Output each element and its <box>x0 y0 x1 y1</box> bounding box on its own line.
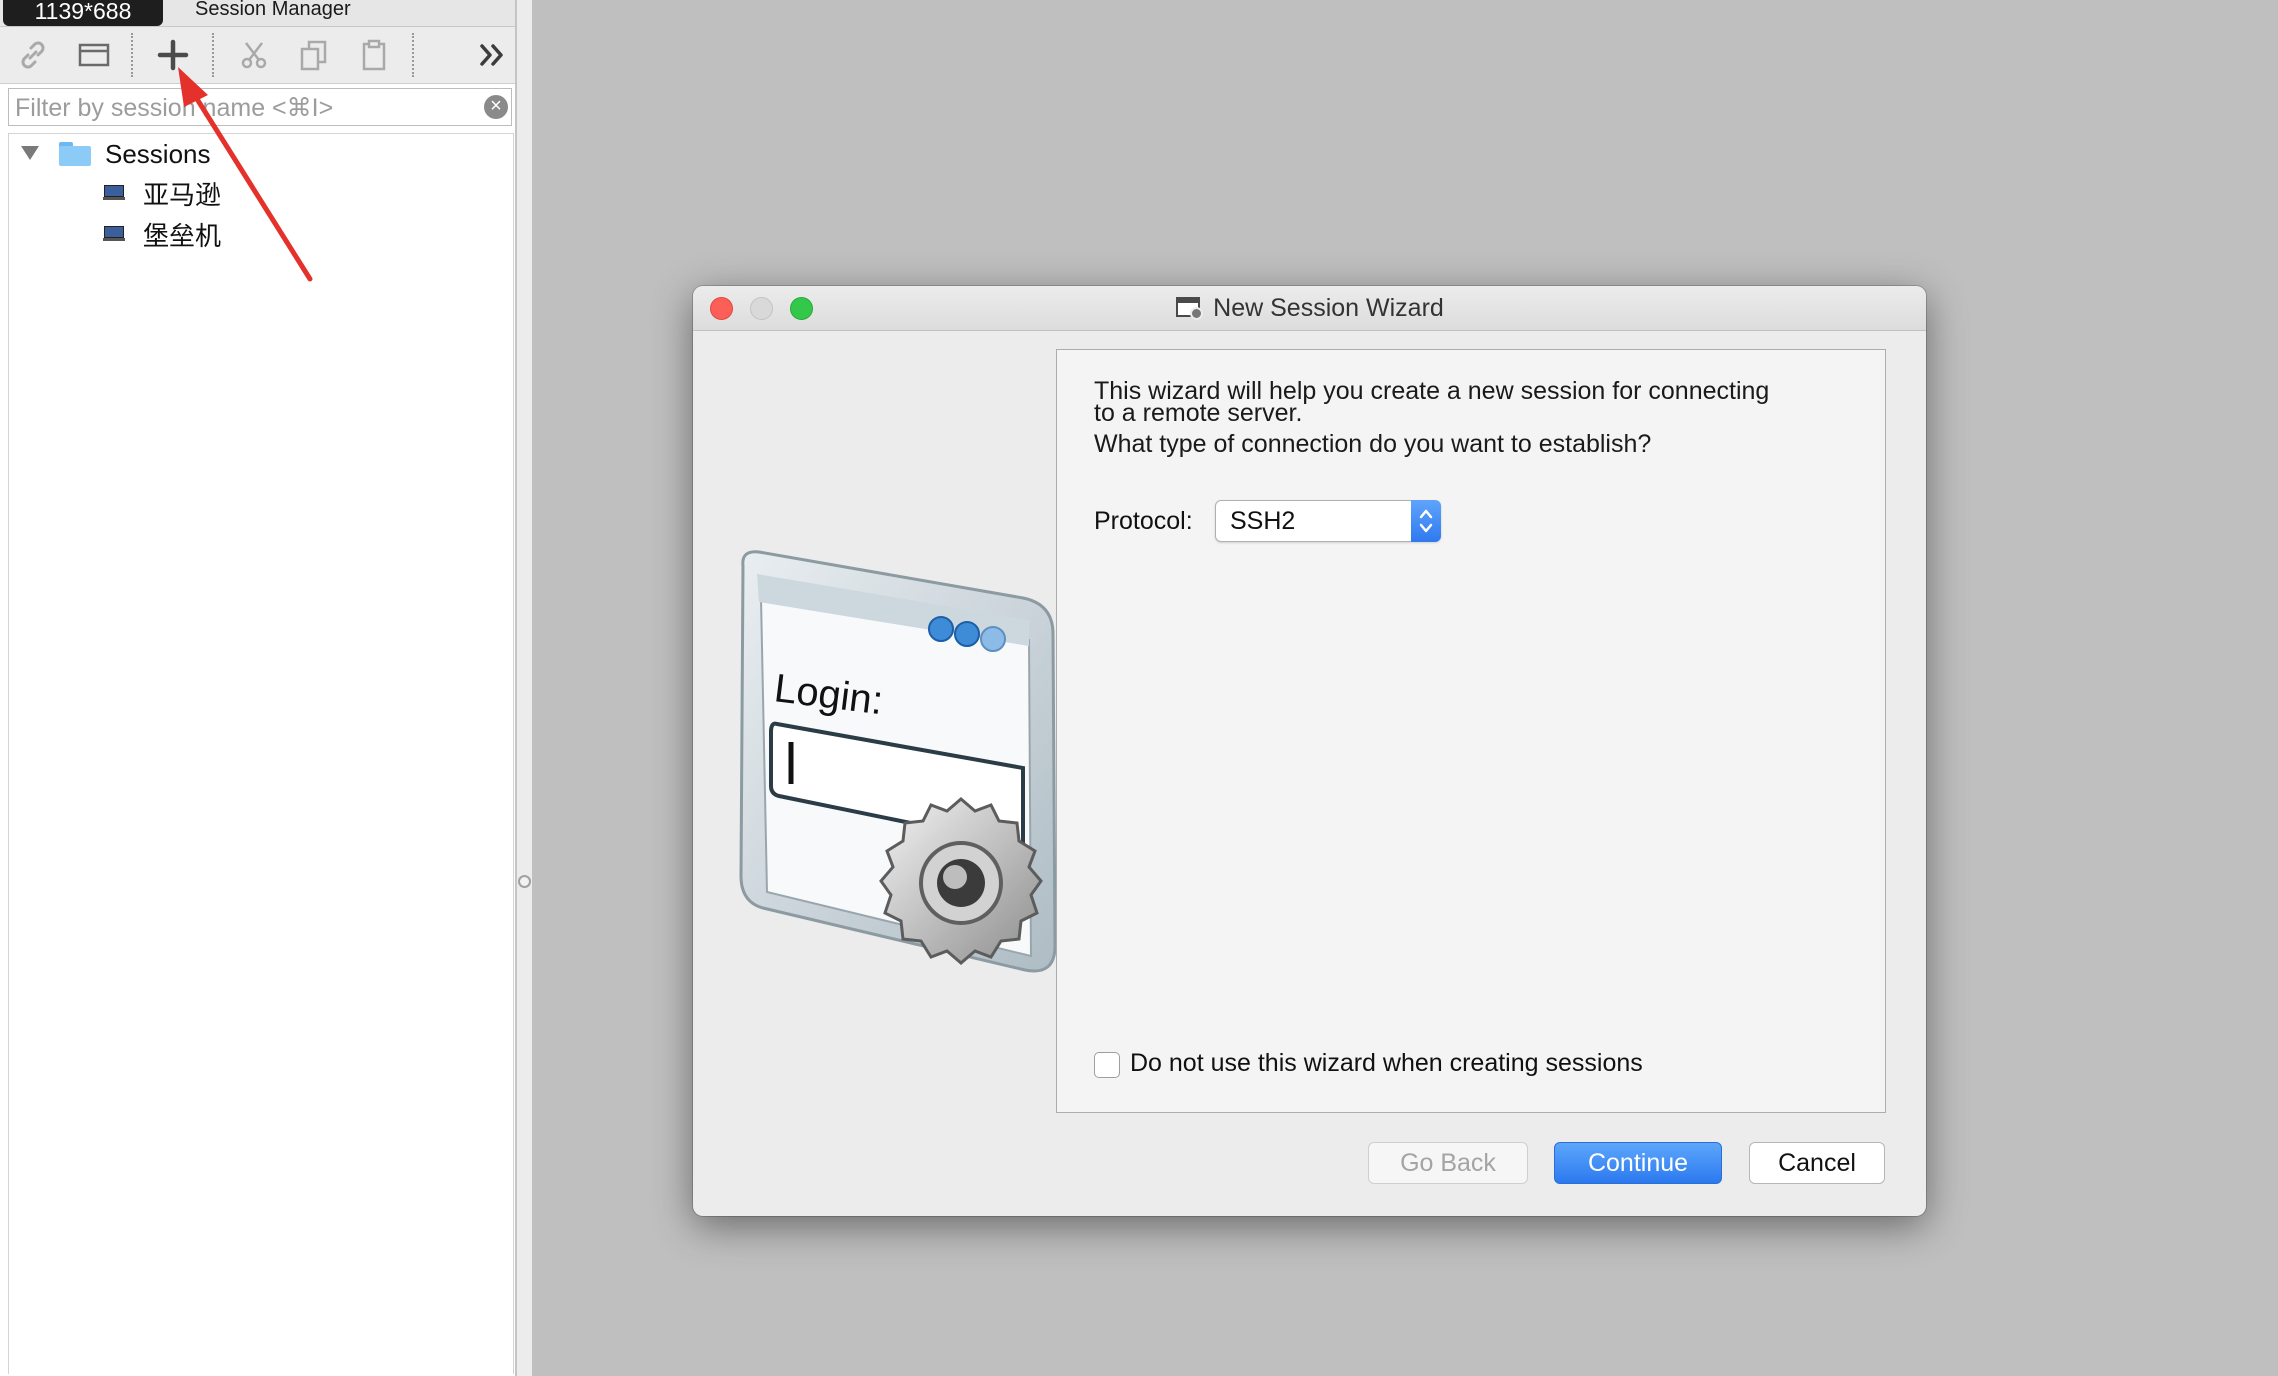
disclosure-triangle-icon[interactable] <box>21 146 39 160</box>
session-tree: Sessions 亚马逊 堡垒机 <box>8 133 514 1374</box>
clipboard-icon <box>362 39 386 71</box>
connect-in-tab-button[interactable] <box>74 35 114 75</box>
double-chevron-right-icon <box>480 44 503 66</box>
protocol-label: Protocol: <box>1094 507 1193 535</box>
window-icon <box>78 43 110 67</box>
link-icon <box>21 41 45 69</box>
new-session-wizard-dialog: New Session Wizard Login: This wizard wi… <box>693 286 1926 1216</box>
toolbar-separator <box>131 33 133 77</box>
dialog-title: New Session Wizard <box>693 286 1926 330</box>
intro-text-line-2: to a remote server. <box>1094 399 1303 427</box>
select-stepper-icon[interactable] <box>1411 500 1441 542</box>
go-back-button[interactable]: Go Back <box>1368 1142 1528 1184</box>
session-wizard-icon <box>1175 295 1204 321</box>
cancel-button[interactable]: Cancel <box>1749 1142 1885 1184</box>
computer-icon <box>103 226 125 242</box>
panel-splitter[interactable] <box>515 0 532 1376</box>
computer-icon <box>103 185 125 201</box>
protocol-select[interactable]: SSH2 <box>1215 500 1441 542</box>
dimension-badge: 1139*688 <box>3 0 163 26</box>
panel-title: Session Manager <box>195 0 351 20</box>
toolbar-overflow-button[interactable] <box>473 35 513 75</box>
dialog-title-bar[interactable]: New Session Wizard <box>693 286 1926 331</box>
disable-wizard-checkbox[interactable] <box>1094 1052 1120 1078</box>
annotation-arrow <box>178 67 313 282</box>
wizard-content-panel: This wizard will help you create a new s… <box>1056 349 1886 1113</box>
connect-button[interactable] <box>13 35 53 75</box>
dialog-title-text: New Session Wizard <box>1213 293 1444 322</box>
connection-question: What type of connection do you want to e… <box>1094 430 1652 458</box>
disable-wizard-label[interactable]: Do not use this wizard when creating ses… <box>1130 1049 1643 1078</box>
panel-title-bar: 1139*688 Session Manager <box>0 0 515 27</box>
paste-button[interactable] <box>354 35 394 75</box>
continue-button[interactable]: Continue <box>1554 1142 1722 1184</box>
protocol-selected-value: SSH2 <box>1230 507 1296 535</box>
splitter-handle-icon[interactable] <box>518 875 531 888</box>
toolbar-separator <box>412 33 414 77</box>
clear-filter-icon[interactable]: × <box>484 95 508 119</box>
folder-icon <box>59 142 91 166</box>
